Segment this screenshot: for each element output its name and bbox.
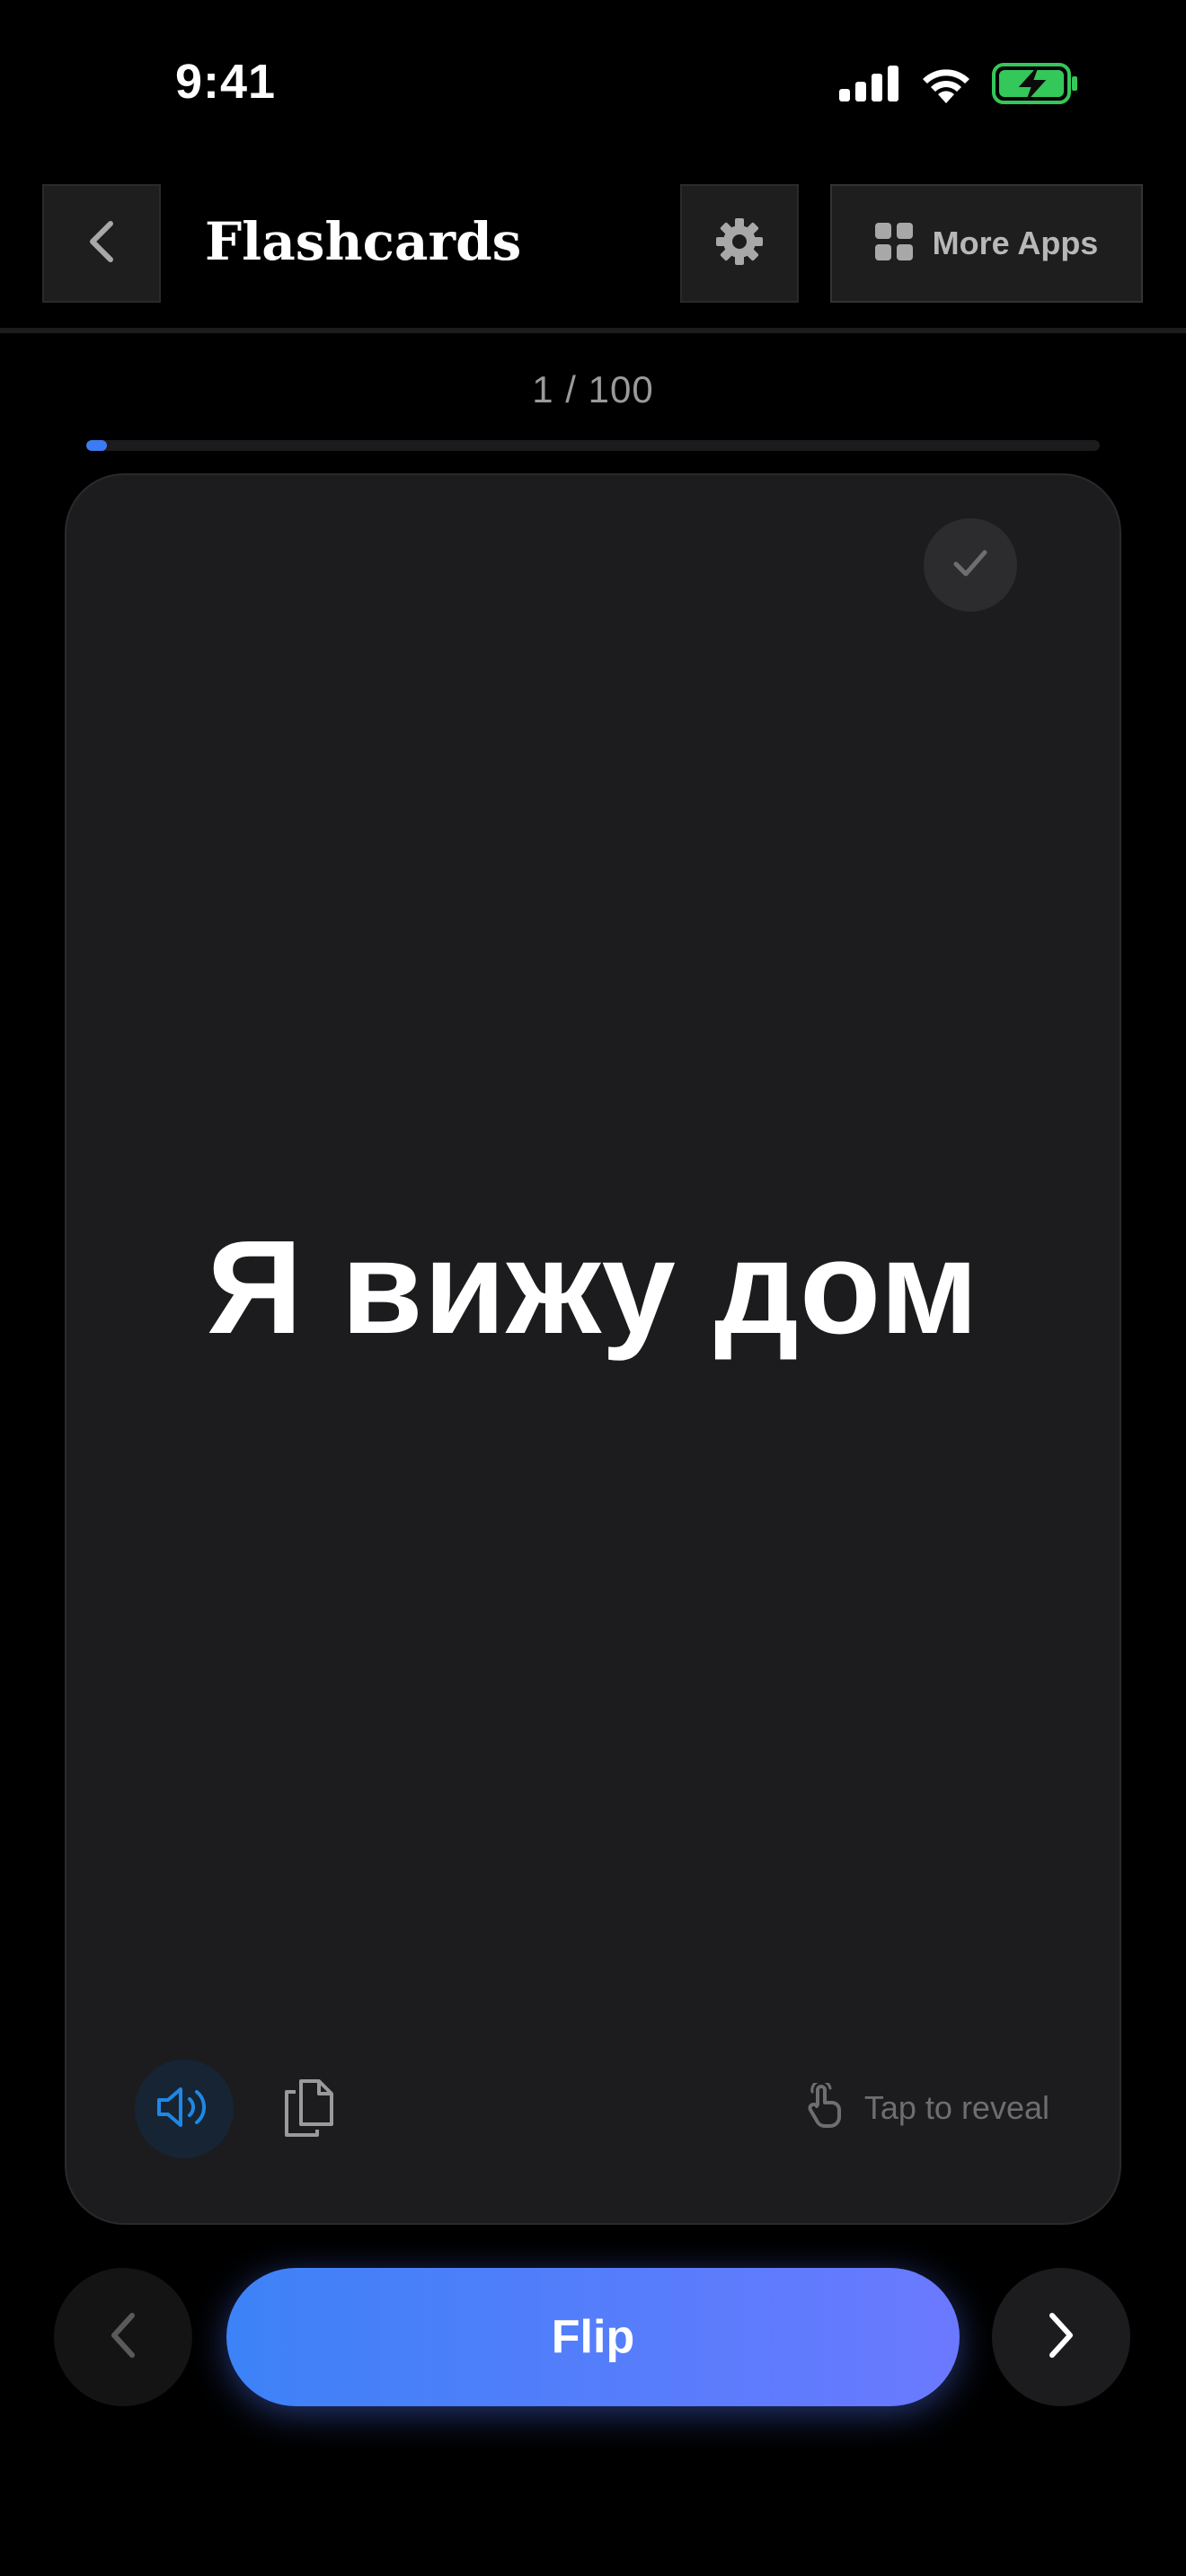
gear-icon bbox=[715, 217, 764, 270]
tap-hint-label: Tap to reveal bbox=[863, 2088, 1049, 2126]
back-button[interactable] bbox=[42, 184, 161, 303]
copy-icon bbox=[283, 2078, 335, 2143]
tap-to-reveal-hint: Tap to reveal bbox=[805, 2079, 1049, 2132]
copy-button[interactable] bbox=[273, 2074, 345, 2146]
more-apps-button[interactable]: More Apps bbox=[830, 184, 1143, 303]
header-divider bbox=[0, 328, 1186, 333]
mark-known-button[interactable] bbox=[924, 518, 1017, 612]
more-apps-label: More Apps bbox=[932, 225, 1099, 261]
chevron-left-icon bbox=[84, 218, 119, 269]
flashcard[interactable]: Я вижу дом Tap to reveal bbox=[65, 473, 1121, 2225]
progress-fill bbox=[86, 440, 107, 451]
status-bar: 9:41 bbox=[0, 0, 1186, 171]
wifi-icon bbox=[920, 64, 972, 108]
play-audio-button[interactable] bbox=[135, 2060, 234, 2158]
progress-bar bbox=[86, 440, 1100, 451]
page-title: Flashcards bbox=[205, 211, 522, 272]
status-time: 9:41 bbox=[175, 55, 277, 109]
chevron-left-icon bbox=[105, 2310, 141, 2365]
battery-charging-icon bbox=[992, 63, 1078, 109]
header: Flashcards More Apps bbox=[0, 184, 1186, 310]
card-front-text: Я вижу дом bbox=[207, 1213, 979, 1362]
checkmark-icon bbox=[952, 548, 988, 583]
speaker-icon bbox=[155, 2084, 213, 2135]
previous-card-button[interactable] bbox=[54, 2268, 192, 2406]
tap-hand-icon bbox=[805, 2079, 845, 2132]
flip-button[interactable]: Flip bbox=[226, 2268, 960, 2406]
status-icons bbox=[839, 63, 1078, 109]
cellular-signal-icon bbox=[839, 66, 900, 106]
settings-button[interactable] bbox=[680, 184, 799, 303]
grid-icon bbox=[874, 222, 913, 265]
next-card-button[interactable] bbox=[992, 2268, 1130, 2406]
chevron-right-icon bbox=[1043, 2310, 1079, 2365]
progress-counter: 1 / 100 bbox=[532, 368, 654, 410]
